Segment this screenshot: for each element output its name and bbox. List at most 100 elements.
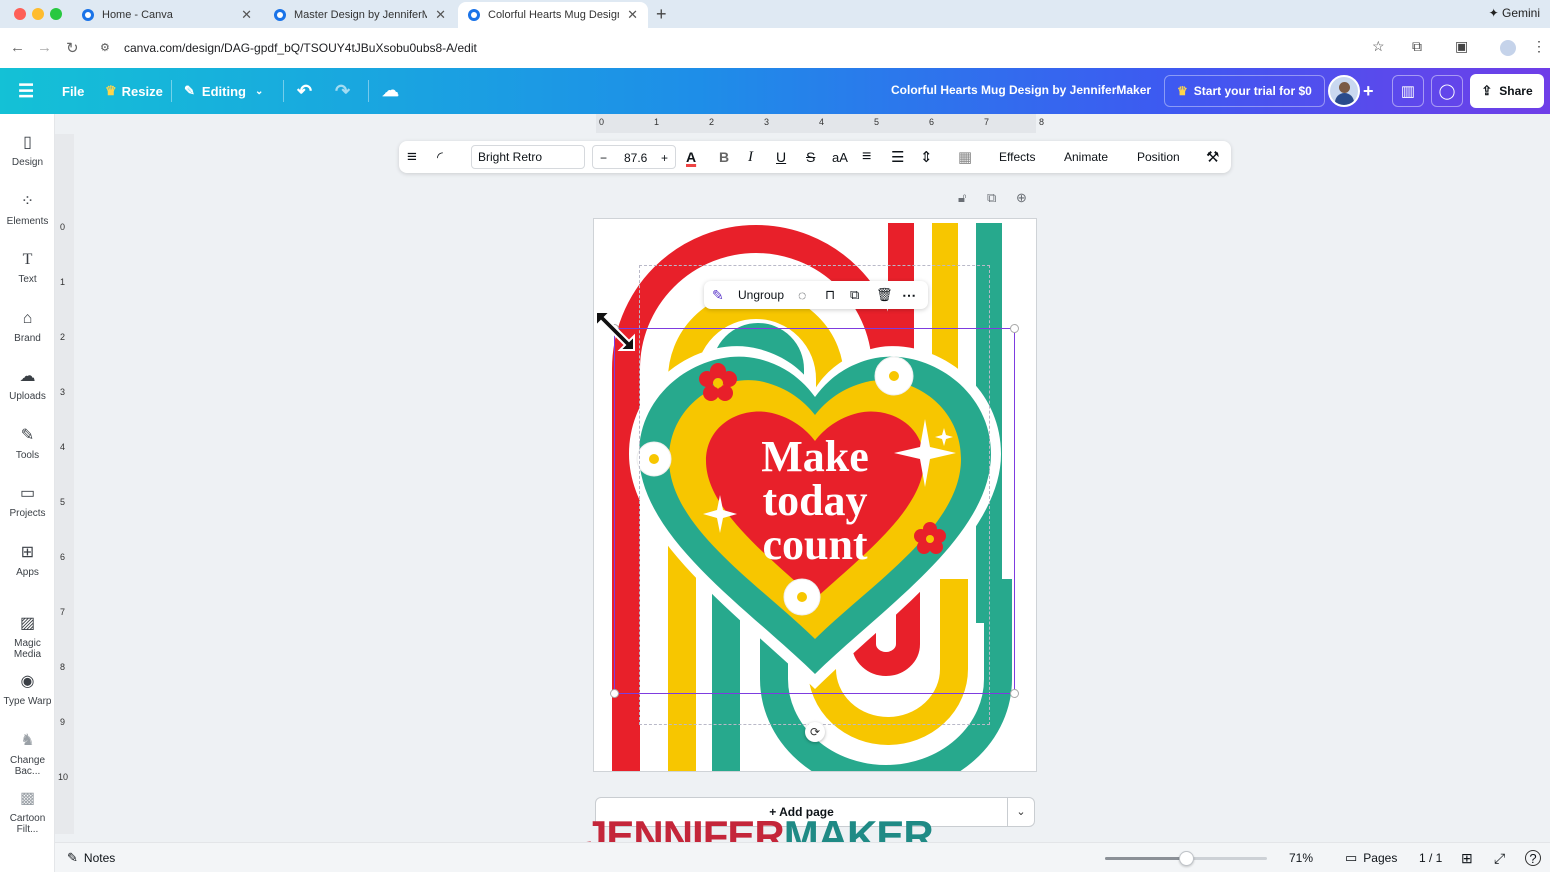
brand-icon: ⌂ xyxy=(22,310,33,327)
position-button[interactable]: Position xyxy=(1137,141,1180,173)
more-menu-icon[interactable]: ⋮ xyxy=(1532,38,1546,55)
resize-handle[interactable] xyxy=(1010,689,1019,698)
url-field[interactable]: ⚙ canva.com/design/DAG-gpdf_bQ/TSOUY4tJB… xyxy=(92,34,1402,62)
trash-icon[interactable]: 🗑︎ xyxy=(876,281,893,309)
duplicate-icon[interactable]: ⧉ xyxy=(850,281,859,309)
ungroup-button[interactable]: Ungroup xyxy=(738,281,784,309)
cast-icon[interactable]: ▣ xyxy=(1455,38,1468,55)
close-window-button[interactable] xyxy=(14,8,26,20)
sidebar-item-projects[interactable]: ▭ Projects xyxy=(0,485,55,519)
zoom-slider[interactable] xyxy=(1105,851,1267,866)
forward-arrow-icon[interactable]: → xyxy=(37,39,52,56)
text-color-icon[interactable]: A xyxy=(686,141,696,173)
sidebar-item-magic-media[interactable]: ▨ Magic Media xyxy=(0,615,55,660)
vertical-ruler: 0 1 2 3 4 5 6 7 8 9 10 xyxy=(55,134,74,834)
sidebar-item-label: Tools xyxy=(15,450,40,461)
headline-line-3[interactable]: count xyxy=(762,520,867,569)
comment-add-icon[interactable]: ◌ xyxy=(798,281,806,309)
strikethrough-icon[interactable]: S xyxy=(806,141,815,173)
sidebar-item-brand[interactable]: ⌂ Brand xyxy=(0,310,55,344)
add-page-dropdown-chevron-icon[interactable]: ⌄ xyxy=(1007,797,1035,827)
curve-text-icon[interactable]: ◜ xyxy=(437,141,443,173)
close-tab-icon[interactable]: ✕ xyxy=(627,7,638,23)
duplicate-page-icon[interactable]: ⧉ xyxy=(987,190,996,206)
close-tab-icon[interactable]: ✕ xyxy=(435,7,446,23)
sidebar-item-design[interactable]: ▯ Design xyxy=(0,134,55,168)
maximize-window-button[interactable] xyxy=(50,8,62,20)
sidebar-item-text[interactable]: T Text xyxy=(0,251,55,285)
more-options-icon[interactable]: ⋯ xyxy=(902,281,916,309)
browser-tab-master-design[interactable]: Master Design by JenniferMa ✕ xyxy=(264,2,456,28)
white-daisy xyxy=(636,441,672,477)
close-tab-icon[interactable]: ✕ xyxy=(241,7,252,23)
transparency-icon[interactable]: ▦ xyxy=(958,141,972,173)
undo-icon[interactable]: ↶ xyxy=(297,68,312,114)
pages-button[interactable]: ▭ Pages xyxy=(1345,843,1397,872)
hamburger-menu-icon[interactable]: ☰ xyxy=(18,68,34,114)
letter-case-button[interactable]: aA xyxy=(832,141,848,173)
resize-handle[interactable] xyxy=(610,689,619,698)
bold-icon[interactable]: B xyxy=(719,141,729,173)
redo-icon[interactable]: ↷ xyxy=(335,68,350,114)
italic-icon[interactable]: I xyxy=(748,141,753,173)
sidebar-item-uploads[interactable]: ☁ Uploads xyxy=(0,368,55,402)
comment-icon[interactable]: ◯ xyxy=(1431,75,1463,107)
notes-button[interactable]: ✎ Notes xyxy=(67,843,115,872)
animate-button[interactable]: Animate xyxy=(1064,141,1108,173)
spacing-icon[interactable]: ⇕ xyxy=(920,141,933,173)
cloud-save-icon[interactable]: ☁ xyxy=(382,68,399,114)
font-family-dropdown[interactable]: Bright Retro xyxy=(471,145,585,169)
list-icon[interactable]: ☰ xyxy=(891,141,904,173)
insights-chart-icon[interactable]: ▥ xyxy=(1392,75,1424,107)
headline-line-1[interactable]: Make xyxy=(761,432,869,481)
decrease-font-size-button[interactable]: − xyxy=(600,151,607,165)
bookmark-star-icon[interactable]: ☆ xyxy=(1372,38,1385,55)
site-settings-icon[interactable]: ⚙ xyxy=(100,41,114,55)
invite-plus-icon[interactable]: + xyxy=(1363,68,1374,114)
copy-style-paint-icon[interactable]: ⚒ xyxy=(1206,141,1219,173)
sidebar-item-apps[interactable]: ⊞ Apps xyxy=(0,544,55,578)
lock-icon[interactable]: ⊓ xyxy=(825,281,835,309)
sidebar-item-type-warp[interactable]: ◉ Type Warp xyxy=(0,673,55,707)
minimize-window-button[interactable] xyxy=(32,8,44,20)
browser-tab-active[interactable]: Colorful Hearts Mug Design b ✕ xyxy=(458,2,648,28)
sidebar-item-cartoon-filter[interactable]: ▩ Cartoon Filt... xyxy=(0,790,55,835)
sidebar-item-tools[interactable]: ✎ Tools xyxy=(0,427,55,461)
increase-font-size-button[interactable]: + xyxy=(661,151,668,165)
add-page-icon[interactable]: ⊕ xyxy=(1016,190,1027,206)
start-trial-button[interactable]: ♛ Start your trial for $0 xyxy=(1164,75,1325,107)
resize-handle[interactable] xyxy=(1010,324,1019,333)
zoom-level[interactable]: 71% xyxy=(1289,843,1313,872)
effects-button[interactable]: Effects xyxy=(999,141,1035,173)
magic-wand-icon[interactable]: ✎ xyxy=(712,281,724,309)
line-weight-icon[interactable]: ≡ xyxy=(407,141,417,173)
rotate-handle-icon[interactable]: ⟳ xyxy=(805,722,825,742)
reload-icon[interactable]: ↻ xyxy=(66,39,79,57)
gemini-button[interactable]: ✦ Gemini xyxy=(1489,6,1540,20)
sidebar-item-label: Uploads xyxy=(9,391,46,402)
help-icon[interactable]: ? xyxy=(1525,850,1541,866)
design-title[interactable]: Colorful Hearts Mug Design by JenniferMa… xyxy=(891,83,1151,97)
user-avatar[interactable] xyxy=(1328,75,1360,107)
font-size-input[interactable]: 87.6 xyxy=(624,151,647,165)
zoom-slider-thumb[interactable] xyxy=(1179,851,1194,866)
sidebar-item-change-background[interactable]: ♞ Change Bac... xyxy=(0,732,55,777)
profile-avatar[interactable] xyxy=(1500,40,1516,56)
fullscreen-icon[interactable]: ⤢ xyxy=(1494,843,1505,872)
resize-button[interactable]: ♛ Resize xyxy=(105,68,163,114)
align-center-icon[interactable]: ≡ xyxy=(862,141,871,173)
back-arrow-icon[interactable]: ← xyxy=(10,39,25,56)
lock-page-icon[interactable]: 🔓︎ xyxy=(958,190,966,206)
editing-mode-dropdown[interactable]: ✎ Editing ⌄ xyxy=(184,68,263,114)
browser-tab-home[interactable]: Home - Canva ✕ xyxy=(72,2,262,28)
sidebar-item-elements[interactable]: ⁘ Elements xyxy=(0,193,55,227)
ruler-label: 1 xyxy=(654,117,660,127)
new-tab-button[interactable]: + xyxy=(656,4,667,25)
extensions-icon[interactable]: ⧉ xyxy=(1412,38,1422,55)
underline-icon[interactable]: U xyxy=(776,141,786,173)
grid-view-icon[interactable]: ⊞ xyxy=(1461,843,1473,872)
ruler-label: 2 xyxy=(60,332,66,342)
file-menu-button[interactable]: File xyxy=(62,68,84,114)
headline-line-2[interactable]: today xyxy=(762,476,867,525)
share-button[interactable]: ⇪ Share xyxy=(1470,74,1544,108)
